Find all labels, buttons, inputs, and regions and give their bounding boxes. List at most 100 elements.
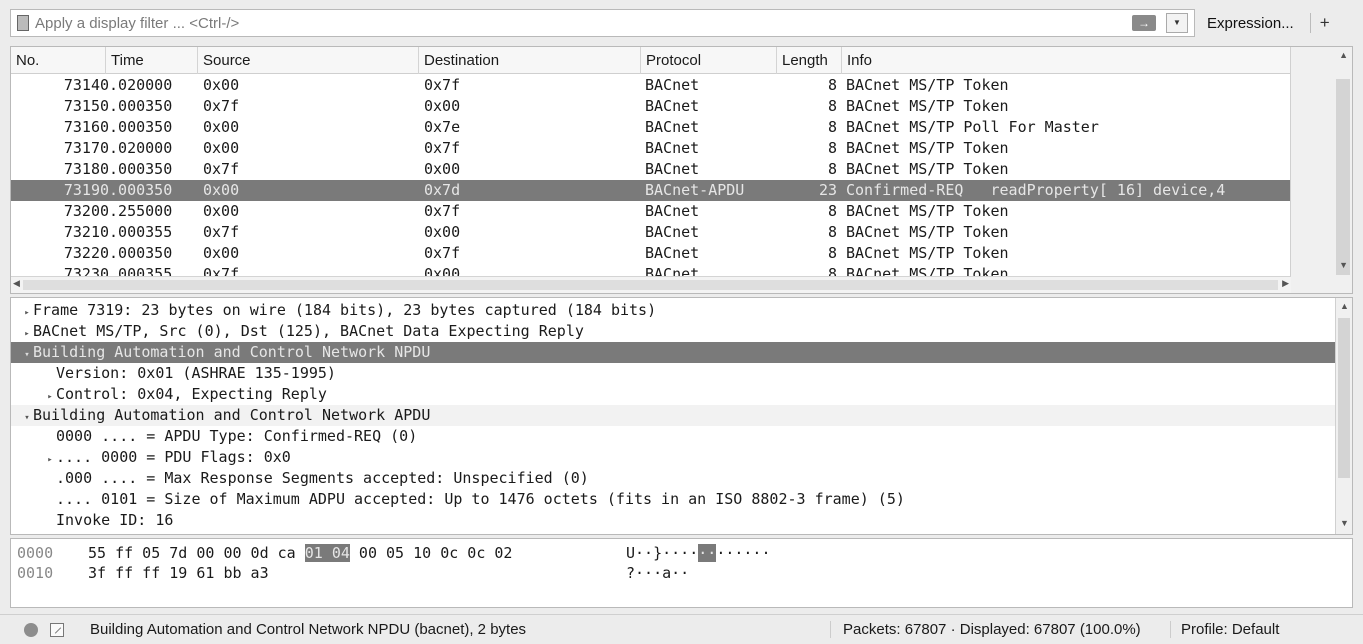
detail-tree-item[interactable]: 0000 .... = APDU Type: Confirmed-REQ (0) [11,426,1337,447]
packet-cell-len: 8 [827,223,837,241]
display-filter-box: → ▼ [10,9,1195,37]
packet-cell-len: 8 [827,202,837,220]
packet-cell-info: BACnet MS/TP Token [846,223,1009,241]
packet-cell-time: 0.000350 [100,244,173,262]
bookmark-icon[interactable] [17,15,29,31]
packet-cell-time: 0.000355 [100,265,173,276]
packet-cell-time: 0.000350 [100,118,173,136]
packet-cell-info: BACnet MS/TP Token [846,160,1009,178]
scroll-down-icon[interactable]: ▼ [1340,518,1349,528]
detail-tree-item[interactable]: ▸.... 0000 = PDU Flags: 0x0 [11,447,1337,468]
packet-cell-len: 8 [827,265,837,276]
column-header-no[interactable]: No. [11,47,106,74]
packet-cell-dst: 0x7f [424,244,461,262]
packet-row[interactable]: 7323 0.000355 0x7f 0x00 BACnet 8 BACnet MS/TP … [11,264,1291,276]
packet-cell-src: 0x00 [203,118,240,136]
column-header-time[interactable]: Time [106,47,198,74]
column-header-protocol[interactable]: Protocol [641,47,777,74]
hex-segment: 00 05 10 0c 0c 02 [349,544,513,562]
scroll-left-icon[interactable]: ◀ [13,278,20,289]
detail-tree-item[interactable]: ▸ Frame 7319: 23 bytes on wire (184 bits)… [11,300,1337,321]
packet-row[interactable]: 7315 0.000350 0x7f 0x00 BACnet 8 BACnet MS/TP … [11,96,1291,117]
details-vertical-scrollbar[interactable]: ▲ ▼ [1335,298,1352,534]
packet-cell-len: 8 [827,244,837,262]
ascii-bytes[interactable]: U··}············ [626,543,771,563]
packet-cell-proto: BACnet [645,244,700,262]
column-header-destination[interactable]: Destination [419,47,641,74]
detail-tree-item[interactable]: ▸ BACnet MS/TP, Src (0), Dst (125), BACne… [11,321,1337,342]
detail-tree-text: Invoke ID: 16 [56,511,174,529]
expression-button[interactable]: Expression... [1207,15,1294,32]
packet-row[interactable]: 7320 0.255000 0x00 0x7f BACnet 8 BACnet MS/TP … [11,201,1291,222]
packet-cell-len: 8 [827,76,837,94]
packet-cell-proto: BACnet [645,118,700,136]
packet-bytes-pane[interactable]: 0000 55 ff 05 7d 00 00 0d ca 01 04 00 05 … [10,538,1353,608]
packet-row[interactable]: 7316 0.000350 0x00 0x7e BACnet 8 BACnet MS/TP … [11,117,1291,138]
scroll-down-icon[interactable]: ▼ [1339,260,1348,270]
packet-list-rows: 7314 0.020000 0x00 0x7f BACnet 8 BACnet MS/TP … [11,75,1291,276]
packet-cell-info: BACnet MS/TP Token [846,265,1009,276]
packet-cell-info: BACnet MS/TP Poll For Master [846,118,1099,136]
packet-cell-proto: BACnet [645,202,700,220]
packet-cell-dst: 0x00 [424,265,461,276]
expert-info-circle-icon[interactable] [24,622,38,637]
column-header-length[interactable]: Length [777,47,842,74]
packet-cell-time: 0.020000 [100,139,173,157]
packet-cell-len: 8 [827,118,837,136]
scroll-up-icon[interactable]: ▲ [1340,301,1349,311]
ascii-bytes[interactable]: ?···a·· [626,563,689,583]
packet-cell-info: BACnet MS/TP Token [846,76,1009,94]
detail-tree-item[interactable]: ▾ Building Automation and Control Network… [11,405,1337,426]
packet-row[interactable]: 7319 0.000350 0x00 0x7d BACnet-APDU 23 Confirm… [11,180,1291,201]
packet-details-tree[interactable]: ▸ Frame 7319: 23 bytes on wire (184 bits)… [10,297,1353,535]
column-header-info[interactable]: Info [842,47,1291,74]
packet-list-horizontal-scrollbar[interactable]: ◀ ▶ [11,276,1291,293]
display-filter-input[interactable] [35,14,1095,32]
arrow-right-icon[interactable]: → [1132,15,1156,31]
packet-row[interactable]: 7317 0.020000 0x00 0x7f BACnet 8 BACnet MS/TP … [11,138,1291,159]
packet-list-vertical-scrollbar[interactable]: ▲ ▼ [1290,47,1352,293]
hex-segment: 3f ff ff 19 61 bb a3 [88,564,269,582]
detail-tree-text: .000 .... = Max Response Segments accept… [56,469,589,487]
scroll-right-icon[interactable]: ▶ [1282,278,1289,289]
hex-bytes[interactable]: 55 ff 05 7d 00 00 0d ca 01 04 00 05 10 0… [88,543,512,563]
packet-cell-dst: 0x7d [424,181,461,199]
byte-offset: 0000 [17,544,54,562]
packet-row[interactable]: 7322 0.000350 0x00 0x7f BACnet 8 BACnet MS/TP … [11,243,1291,264]
detail-tree-item[interactable]: Version: 0x01 (ASHRAE 135-1995) [11,363,1337,384]
bytes-row: 0010 3f ff ff 19 61 bb a3 ?···a·· [11,563,1341,583]
packet-cell-src: 0x7f [203,223,240,241]
packet-cell-dst: 0x00 [424,223,461,241]
packet-cell-time: 0.020000 [100,76,173,94]
detail-tree-item[interactable]: ▾ Building Automation and Control Network… [11,342,1337,363]
packet-row[interactable]: 7318 0.000350 0x7f 0x00 BACnet 8 BACnet MS/TP … [11,159,1291,180]
packet-row[interactable]: 7314 0.020000 0x00 0x7f BACnet 8 BACnet MS/TP … [11,75,1291,96]
packet-cell-proto: BACnet [645,76,700,94]
packet-row[interactable]: 7321 0.000355 0x7f 0x00 BACnet 8 BACnet MS/TP … [11,222,1291,243]
ascii-highlight: ·· [698,544,717,562]
column-header-source[interactable]: Source [198,47,419,74]
detail-tree-text: Building Automation and Control Network … [33,406,431,424]
detail-tree-item[interactable]: Invoke ID: 16 [11,510,1337,531]
profile-switcher[interactable]: Profile: Default [1170,621,1279,638]
scroll-up-icon[interactable]: ▲ [1339,50,1348,60]
packet-cell-no: 7314 [63,76,100,94]
packet-cell-no: 7316 [63,118,100,136]
packet-cell-proto: BACnet [645,160,700,178]
detail-tree-item[interactable]: .000 .... = Max Response Segments accept… [11,468,1337,489]
capture-comment-icon[interactable] [50,622,64,637]
packet-list[interactable]: No. Time Source Destination Protocol Len… [10,46,1353,294]
packet-cell-src: 0x7f [203,160,240,178]
scrollbar-thumb[interactable] [23,280,1278,290]
scrollbar-thumb[interactable] [1338,318,1350,478]
add-filter-button[interactable]: + [1309,13,1330,33]
detail-tree-item[interactable]: .... 0101 = Size of Maximum ADPU accepte… [11,489,1337,510]
scrollbar-thumb[interactable] [1336,79,1350,275]
packet-cell-info: Confirmed-REQ readProperty[ 16] device,4 [846,181,1226,199]
packet-cell-dst: 0x7f [424,202,461,220]
detail-tree-item[interactable]: ▸ Control: 0x04, Expecting Reply [11,384,1337,405]
hex-bytes[interactable]: 3f ff ff 19 61 bb a3 [88,563,269,583]
chevron-down-icon[interactable]: ▼ [1166,13,1188,33]
packet-cell-len: 8 [827,139,837,157]
packet-cell-proto: BACnet [645,139,700,157]
